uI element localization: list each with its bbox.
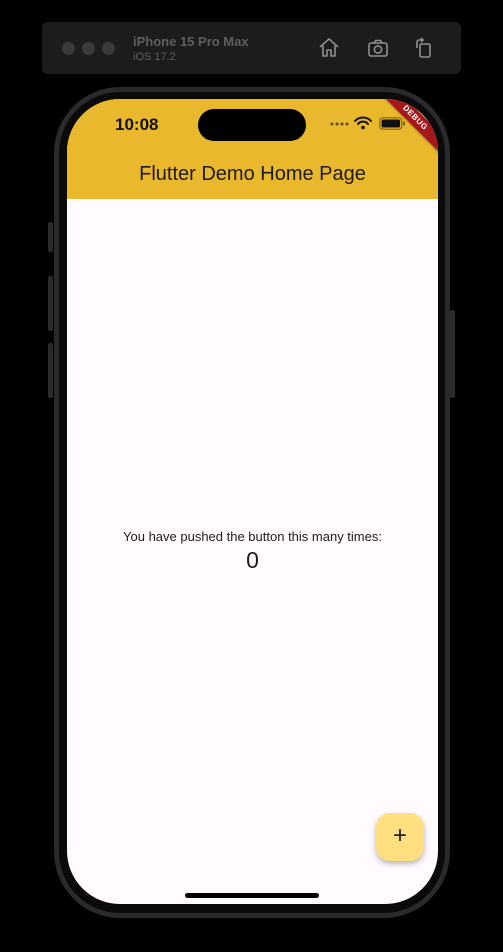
minimize-window-button[interactable] [82, 42, 95, 55]
increment-button[interactable]: + [376, 813, 424, 861]
action-button [48, 222, 53, 252]
counter-label: You have pushed the button this many tim… [123, 529, 382, 544]
power-button [450, 310, 455, 398]
dynamic-island [198, 109, 306, 141]
battery-icon [379, 117, 405, 130]
counter-value: 0 [246, 547, 259, 573]
volume-down-button [48, 343, 53, 398]
home-indicator[interactable] [185, 893, 319, 898]
volume-up-button [48, 276, 53, 331]
signal-icon [330, 122, 349, 126]
screenshot-icon[interactable] [366, 36, 390, 60]
close-window-button[interactable] [62, 42, 75, 55]
rotate-icon[interactable] [412, 36, 436, 60]
device-name: iPhone 15 Pro Max [133, 34, 249, 49]
wifi-icon [354, 116, 372, 130]
simulator-toolbar: iPhone 15 Pro Max iOS 17.2 [42, 22, 461, 74]
page-title: Flutter Demo Home Page [139, 163, 366, 185]
zoom-window-button[interactable] [102, 42, 115, 55]
app-bar: 10:08 Flutter Demo Home Page [67, 99, 438, 199]
plus-icon: + [392, 822, 407, 849]
device-screen: 10:08 Flutter Demo Home Page DEBUG You h… [67, 99, 438, 904]
status-time: 10:08 [115, 115, 159, 134]
device-os-version: iOS 17.2 [133, 51, 176, 63]
home-icon[interactable] [317, 36, 341, 60]
